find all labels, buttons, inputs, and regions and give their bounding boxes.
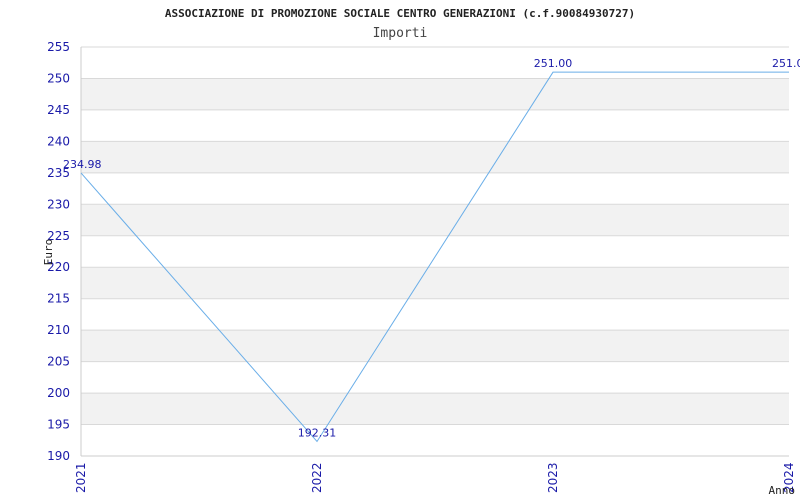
chart-title: ASSOCIAZIONE DI PROMOZIONE SOCIALE CENTR… [165,7,635,20]
line-chart: 1901952002052102152202252302352402452502… [42,7,800,497]
y-tick-label: 200 [47,386,70,400]
x-tick-label: 2021 [74,462,88,493]
grid-band [81,141,789,173]
y-tick-label: 230 [47,197,70,211]
grid-band [81,330,789,362]
y-tick-label: 240 [47,134,70,148]
x-tick-label: 2022 [310,462,324,493]
y-tick-label: 255 [47,40,70,54]
chart-subtitle: Importi [373,26,428,41]
x-axis-label: Anno [769,484,796,497]
y-tick-label: 215 [47,292,70,306]
data-label: 251.00 [534,57,573,70]
data-label: 192.31 [298,426,337,439]
grid-band [81,204,789,236]
y-axis-label: Euro [42,239,55,266]
y-tick-label: 250 [47,71,70,85]
data-label: 251.00 [772,57,800,70]
x-tick-label: 2023 [546,462,560,493]
series-line [80,71,789,443]
grid-bands [81,78,789,425]
y-tick-label: 195 [47,418,70,432]
x-axis-ticks: 2021 2022 2023 2024 [74,462,796,493]
y-tick-label: 190 [47,449,70,463]
data-label: 234.98 [63,158,102,171]
grid-band [81,78,789,110]
y-tick-label: 205 [47,355,70,369]
y-tick-label: 210 [47,323,70,337]
data-labels: 234.98 192.31 251.00 251.00 [63,57,800,439]
y-tick-label: 245 [47,103,70,117]
grid-band [81,393,789,425]
